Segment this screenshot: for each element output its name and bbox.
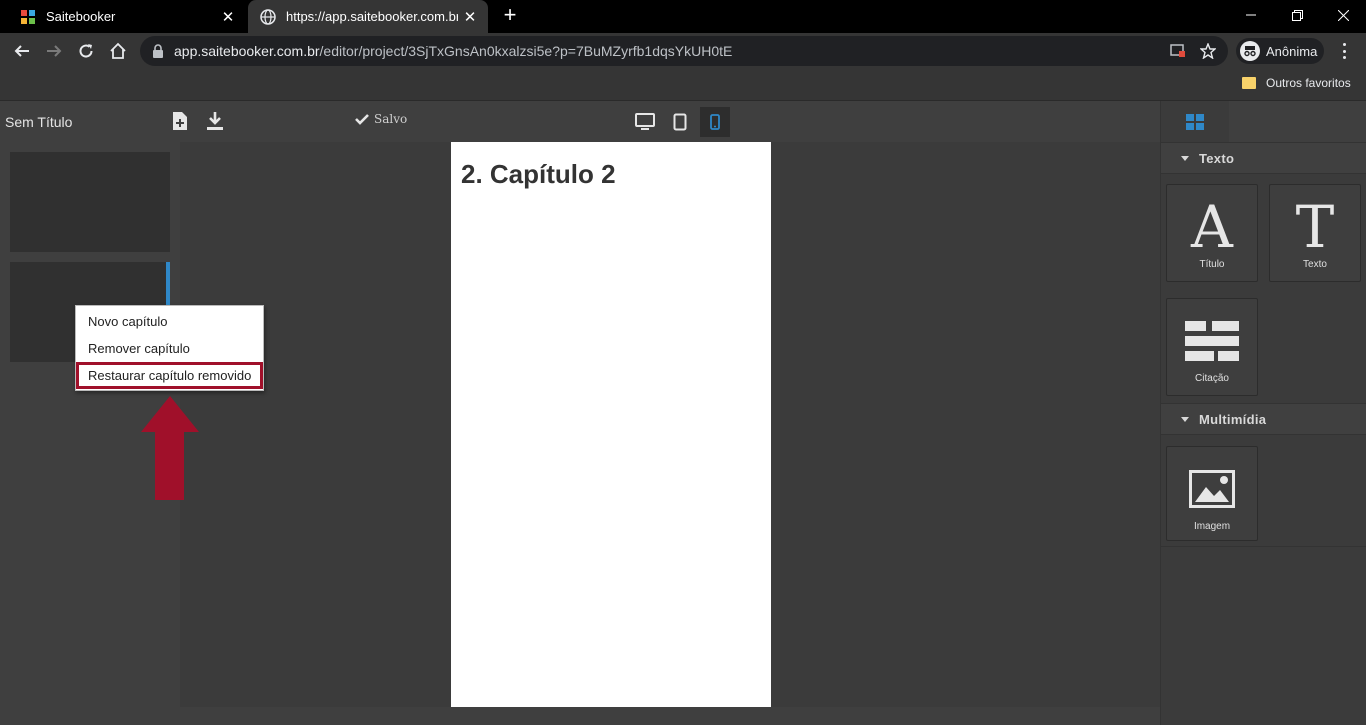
- block-citacao[interactable]: Citação: [1166, 298, 1258, 396]
- block-texto[interactable]: T Texto: [1269, 184, 1361, 282]
- quote-layout-icon: [1185, 311, 1239, 371]
- section-divider: [1161, 546, 1366, 547]
- bookmark-star-icon[interactable]: [1200, 43, 1216, 59]
- download-icon[interactable]: [205, 110, 225, 132]
- block-label: Citação: [1195, 373, 1229, 384]
- chapter-context-menu: Novo capítulo Remover capítulo Restaurar…: [75, 305, 264, 391]
- incognito-profile-button[interactable]: Anônima: [1236, 38, 1324, 64]
- menu-item-restaurar-capitulo-removido[interactable]: Restaurar capítulo removido: [76, 362, 263, 389]
- url-path: /editor/project/3SjTxGnsAn0kxalzsi5e?p=7…: [319, 43, 733, 59]
- editor-app: Sem Título Salvo 2. Capítulo 2 Texto A T…: [0, 101, 1366, 725]
- menu-item-label: Restaurar capítulo removido: [88, 368, 252, 383]
- globe-icon: [260, 8, 276, 25]
- bookmark-label: Outros favoritos: [1266, 76, 1351, 90]
- browser-menu-icon[interactable]: [1334, 41, 1354, 61]
- image-icon: [1189, 459, 1235, 519]
- folder-icon: [1242, 77, 1256, 89]
- save-status: Salvo: [355, 112, 407, 126]
- browser-tab-bar: Saitebooker ✕ https://app.saitebooker.co…: [0, 0, 1366, 33]
- reload-icon[interactable]: [72, 37, 100, 65]
- section-title: Multimídia: [1199, 411, 1267, 427]
- section-texto[interactable]: Texto: [1161, 142, 1366, 174]
- page-preview[interactable]: 2. Capítulo 2: [451, 142, 771, 707]
- lock-icon: [153, 44, 163, 58]
- components-panel: Texto A Título T Texto Citação Multimídi…: [1160, 101, 1366, 725]
- block-imagem[interactable]: Imagem: [1166, 446, 1258, 541]
- site-info-icon[interactable]: [1170, 43, 1186, 59]
- close-tab-icon[interactable]: ✕: [458, 8, 482, 26]
- letter-t-icon: T: [1295, 193, 1335, 261]
- browser-tab-title: https://app.saitebooker.com.br/e: [286, 9, 458, 24]
- profile-label: Anônima: [1266, 43, 1318, 59]
- new-tab-plus-icon[interactable]: +: [498, 4, 522, 28]
- menu-item-label: Remover capítulo: [88, 341, 190, 356]
- url-host: app.saitebooker.com.br: [174, 43, 320, 59]
- page-heading[interactable]: 2. Capítulo 2: [461, 159, 616, 190]
- caret-down-icon: [1181, 416, 1189, 422]
- forward-arrow-icon[interactable]: [40, 37, 68, 65]
- block-label: Imagem: [1193, 521, 1231, 532]
- close-tab-icon[interactable]: ✕: [216, 8, 240, 26]
- other-bookmarks-folder[interactable]: Outros favoritos: [1242, 76, 1351, 90]
- url-text: app.saitebooker.com.br/editor/project/3S…: [174, 43, 732, 59]
- annotation-up-arrow-icon: [141, 396, 199, 500]
- restore-icon[interactable]: [1274, 0, 1320, 30]
- menu-item-remover-capitulo[interactable]: Remover capítulo: [76, 335, 263, 362]
- incognito-icon: [1240, 41, 1260, 61]
- browser-toolbar: app.saitebooker.com.br/editor/project/3S…: [0, 33, 1366, 69]
- menu-item-label: Novo capítulo: [88, 314, 168, 329]
- chapter-thumbnail[interactable]: [10, 152, 170, 252]
- document-title[interactable]: Sem Título: [5, 114, 72, 130]
- desktop-view-icon[interactable]: [630, 107, 660, 137]
- editor-canvas: 2. Capítulo 2: [180, 142, 1160, 707]
- browser-tab-editor[interactable]: https://app.saitebooker.com.br/e ✕: [248, 0, 488, 33]
- components-tabs: [1161, 101, 1366, 142]
- home-icon[interactable]: [104, 37, 132, 65]
- tablet-view-icon[interactable]: [665, 107, 695, 137]
- back-arrow-icon[interactable]: [8, 37, 36, 65]
- block-titulo[interactable]: A Título: [1166, 184, 1258, 282]
- mobile-view-icon[interactable]: [700, 107, 730, 137]
- block-label: Texto: [1303, 259, 1327, 270]
- menu-item-novo-capitulo[interactable]: Novo capítulo: [76, 308, 263, 335]
- browser-tab-saitebooker[interactable]: Saitebooker ✕: [8, 0, 246, 33]
- block-label: Título: [1199, 259, 1225, 270]
- blocks-grid-icon[interactable]: [1161, 101, 1229, 142]
- section-multimidia[interactable]: Multimídia: [1161, 403, 1366, 435]
- editor-topbar: Sem Título Salvo: [0, 101, 1160, 142]
- close-window-icon[interactable]: [1320, 0, 1366, 30]
- saitebooker-favicon-icon: [21, 9, 35, 24]
- canvas-bottom-strip: [180, 707, 1160, 725]
- caret-down-icon: [1181, 155, 1189, 161]
- new-file-icon[interactable]: [170, 110, 190, 132]
- browser-tab-title: Saitebooker: [46, 9, 116, 24]
- minimize-icon[interactable]: [1228, 0, 1274, 30]
- bookmarks-bar: Outros favoritos: [0, 69, 1366, 101]
- letter-a-icon: A: [1191, 193, 1233, 261]
- address-bar[interactable]: app.saitebooker.com.br/editor/project/3S…: [140, 36, 1228, 66]
- save-status-label: Salvo: [374, 112, 408, 126]
- section-title: Texto: [1199, 150, 1235, 166]
- check-icon: [355, 114, 369, 125]
